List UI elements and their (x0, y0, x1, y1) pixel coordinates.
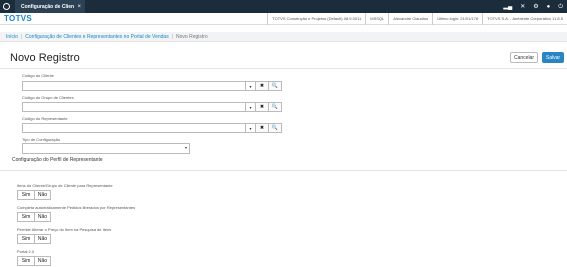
clear-icon[interactable]: ✖ (256, 123, 269, 133)
yes-button[interactable]: Sim (17, 212, 35, 222)
toggle-price-edit: Sim Não (17, 234, 51, 244)
search-icon[interactable]: 🔍 (269, 102, 282, 112)
breadcrumb: Início | Configuração de Clientes e Repr… (0, 32, 567, 42)
yes-button[interactable]: Sim (17, 256, 35, 266)
breadcrumb-separator: | (171, 33, 174, 40)
section-divider (0, 170, 567, 171)
cancel-button[interactable]: Cancelar (510, 52, 538, 63)
rep-code-label: Código do Representante (22, 116, 68, 121)
toggle-auto-complete: Sim Não (17, 212, 51, 222)
rep-code-lookup: ▾ ✖ 🔍 (22, 123, 282, 133)
toggle-label-portal: Portal 2.0 (17, 249, 35, 254)
breadcrumb-parent[interactable]: Configuração de Clientes e Representante… (25, 34, 168, 40)
client-group-lookup: ▾ ✖ 🔍 (22, 102, 282, 112)
clear-icon[interactable]: ✖ (256, 102, 269, 112)
close-icon[interactable]: × (77, 4, 81, 10)
search-icon[interactable]: 🔍 (269, 81, 282, 91)
help-icon[interactable]: ● (547, 4, 551, 10)
header-divider (0, 68, 567, 69)
no-button[interactable]: Não (35, 256, 51, 266)
context-database[interactable]: MSSQL (365, 13, 388, 25)
no-button[interactable]: Não (35, 212, 51, 222)
brand-bar: TOTVS TOTVS Construção e Projetos (Defau… (0, 13, 567, 25)
chevron-down-icon[interactable]: ▾ (246, 123, 256, 133)
context-company[interactable]: TOTVS Construção e Projetos (Default) 08… (267, 13, 365, 25)
config-type-select[interactable]: ▾ (22, 143, 190, 154)
shuffle-icon[interactable]: ✕ (520, 4, 525, 10)
rep-profile-section-title: Configuração do Perfil de Representante (12, 157, 103, 163)
client-code-lookup: ▾ ✖ 🔍 (22, 81, 282, 91)
tab-title: Configuração de Clien (21, 3, 75, 10)
rep-code-input[interactable] (22, 123, 246, 133)
chevron-down-icon: ▾ (184, 145, 187, 150)
breadcrumb-current: Novo Registro (176, 33, 208, 40)
chevron-down-icon[interactable]: ▾ (246, 81, 256, 91)
app-logo-icon[interactable] (0, 0, 12, 13)
toggle-label-client-items: Itens do Cliente/Grupo de Cliente para R… (17, 183, 113, 188)
breadcrumb-separator: | (20, 33, 23, 40)
signal-icon[interactable]: ▂▄ (503, 4, 512, 10)
client-code-input[interactable] (22, 81, 246, 91)
brand-logo: TOTVS (4, 14, 33, 23)
no-button[interactable]: Não (35, 190, 51, 200)
search-icon[interactable]: 🔍 (269, 123, 282, 133)
top-bar: Configuração de Clien × ▂▄ ✕ ⚙ ● ⏻ (0, 0, 567, 13)
save-button[interactable]: Salvar (542, 52, 564, 63)
context-user[interactable]: Alexandre Claudino (388, 13, 432, 25)
yes-button[interactable]: Sim (17, 190, 35, 200)
toggle-portal: Sim Não (17, 256, 51, 266)
context-info: TOTVS Construção e Projetos (Default) 08… (267, 13, 567, 25)
toggle-label-price-edit: Permite Alterar o Preço do Item na Pesqu… (17, 227, 112, 232)
tab-configuracao-clientes[interactable]: Configuração de Clien × (15, 0, 85, 13)
yes-button[interactable]: Sim (17, 234, 35, 244)
gear-icon[interactable]: ⚙ (533, 4, 538, 10)
clear-icon[interactable]: ✖ (256, 81, 269, 91)
toggle-client-items: Sim Não (17, 190, 51, 200)
chevron-down-icon[interactable]: ▾ (246, 102, 256, 112)
toggle-label-auto-complete: Completa automaticamente Pedidos liberad… (17, 205, 136, 210)
power-icon[interactable]: ⏻ (558, 4, 563, 10)
client-group-input[interactable] (22, 102, 246, 112)
client-group-label: Código do Grupo de Clientes (22, 95, 74, 100)
topbar-icons: ▂▄ ✕ ⚙ ● ⏻ (503, 0, 563, 13)
context-last-login[interactable]: Último login: 21/01/178 (432, 13, 482, 25)
no-button[interactable]: Não (35, 234, 51, 244)
context-environment[interactable]: TOTVS S.A. - Ambiente Corporativo 11.8.5 (482, 13, 567, 25)
page-title: Novo Registro (10, 52, 80, 64)
client-code-label: Código do Cliente (22, 73, 54, 78)
breadcrumb-home[interactable]: Início (6, 34, 18, 40)
config-type-label: Tipo de Configuração (22, 137, 61, 142)
